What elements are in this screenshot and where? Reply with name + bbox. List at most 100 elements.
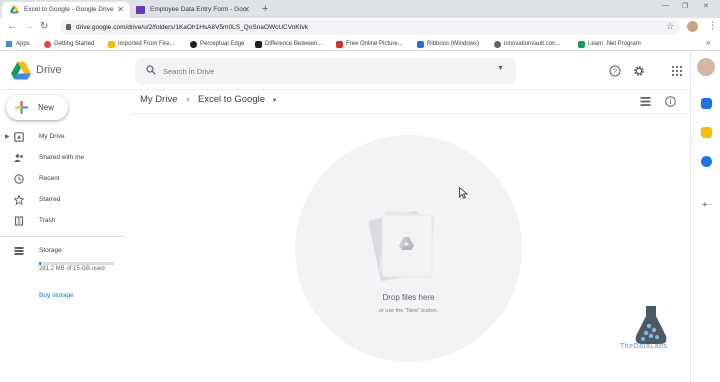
- bookmark-item[interactable]: Free Online Picture...: [336, 39, 403, 49]
- globe-icon: [494, 41, 501, 48]
- bookmark-label: Apps: [16, 41, 30, 47]
- google-drive-favicon-icon: [10, 6, 19, 14]
- get-addons-plus-icon[interactable]: +: [702, 200, 708, 211]
- tab-title: Employee Data Entry Form - Goo: [150, 6, 247, 13]
- storage-section[interactable]: Storage: [0, 242, 125, 260]
- bookmark-item[interactable]: innovationvault.con...: [494, 39, 560, 49]
- folder-icon: [108, 41, 115, 48]
- folder-menu-caret-icon[interactable]: ▼: [272, 98, 278, 104]
- minimize-icon[interactable]: —: [662, 2, 669, 9]
- more-bookmarks-icon[interactable]: »: [706, 38, 710, 47]
- url-text: drive.google.com/drive/u/2/folders/1KaOh…: [76, 24, 308, 31]
- star-icon: [14, 195, 24, 205]
- bookmark-item[interactable]: Imported From Fire...: [108, 39, 174, 49]
- nav-label: Recent: [39, 175, 60, 182]
- picture-site-icon: [336, 41, 343, 48]
- google-forms-favicon-icon: [136, 6, 145, 14]
- tab-title: Excel to Google - Google Drive: [24, 6, 114, 13]
- storage-stack-icon: [14, 247, 24, 255]
- bookmark-item[interactable]: Perceptual Edge: [190, 39, 244, 49]
- close-tab-icon[interactable]: ✕: [117, 2, 124, 18]
- search-options-icon[interactable]: ▼: [497, 65, 504, 72]
- bookmark-label: Difference Between...: [265, 41, 323, 47]
- expand-arrow-icon[interactable]: ▶: [5, 128, 10, 146]
- drop-files-subtitle: or use the "New" button.: [378, 308, 439, 314]
- tasks-icon[interactable]: [701, 156, 712, 167]
- bookmark-label: innovationvault.con...: [504, 41, 561, 47]
- breadcrumb: My Drive › Excel to Google ▼: [140, 94, 278, 108]
- list-view-icon[interactable]: [640, 96, 651, 107]
- browser-menu-icon[interactable]: ⋮: [708, 20, 717, 31]
- help-icon[interactable]: ?: [609, 65, 621, 77]
- account-avatar[interactable]: [697, 58, 715, 76]
- forward-icon[interactable]: →: [24, 21, 34, 33]
- nav-label: Shared with me: [39, 154, 85, 161]
- nav-item-recent[interactable]: Recent: [0, 170, 125, 188]
- google-drive-logo-icon[interactable]: [11, 62, 31, 80]
- breadcrumb-root[interactable]: My Drive: [140, 94, 177, 105]
- close-tab-icon[interactable]: ✕: [243, 2, 250, 18]
- windows-icon: [417, 41, 424, 48]
- bookmark-label: Imported From Fire...: [118, 41, 175, 47]
- drop-files-title: Drop files here: [382, 293, 435, 302]
- keep-icon[interactable]: [701, 127, 712, 138]
- bookmark-label: Perceptual Edge: [200, 41, 245, 47]
- colorful-plus-icon: [15, 101, 28, 114]
- info-icon[interactable]: [665, 96, 676, 107]
- new-button-label: New: [38, 103, 55, 112]
- search-bar[interactable]: ▼: [135, 58, 516, 84]
- search-icon[interactable]: [146, 65, 156, 75]
- bookmark-item[interactable]: Getting Started: [44, 39, 94, 49]
- shared-people-icon: [14, 154, 23, 162]
- nav-label: Trash: [39, 217, 56, 224]
- learn-net-icon: [578, 41, 585, 48]
- breadcrumb-current-folder[interactable]: Excel to Google: [198, 94, 265, 105]
- search-input[interactable]: [163, 63, 463, 79]
- browser-tab-drive[interactable]: Excel to Google - Google Drive ✕: [2, 2, 130, 18]
- breadcrumb-separator-icon: ›: [186, 94, 190, 105]
- buy-storage-link[interactable]: Buy storage: [39, 292, 74, 299]
- nav-item-starred[interactable]: Starred: [0, 191, 125, 209]
- bookmark-item[interactable]: Ribbons (Windows): [417, 39, 479, 49]
- nav-divider: [0, 236, 125, 237]
- storage-label: Storage: [39, 247, 62, 254]
- browser-tab-strip: Excel to Google - Google Drive ✕ Employe…: [0, 0, 720, 18]
- k-site-icon: [255, 41, 262, 48]
- bookmark-label: Getting Started: [54, 41, 95, 47]
- storage-usage-text: 281.2 MB of 15 GB used: [39, 266, 105, 272]
- google-apps-grid-icon[interactable]: [671, 65, 683, 77]
- settings-gear-icon[interactable]: [633, 65, 645, 77]
- lock-icon: [66, 24, 71, 30]
- reload-icon[interactable]: ↻: [40, 21, 48, 33]
- storage-progress-bar: [39, 262, 114, 265]
- my-drive-icon: [14, 132, 24, 142]
- browser-toolbar: ← → ↻ drive.google.com/drive/u/2/folders…: [0, 18, 720, 37]
- new-button[interactable]: New: [6, 95, 68, 120]
- drop-files-illustration-icon: [368, 210, 435, 281]
- storage-progress-fill: [39, 262, 41, 265]
- calendar-icon[interactable]: [701, 98, 712, 109]
- nav-item-trash[interactable]: Trash: [0, 212, 125, 230]
- svg-text:?: ?: [613, 69, 617, 76]
- profile-avatar[interactable]: [687, 21, 698, 32]
- maximize-icon[interactable]: ❐: [682, 2, 688, 10]
- perceptual-edge-icon: [190, 41, 197, 48]
- close-window-icon[interactable]: ✕: [703, 2, 709, 10]
- browser-tab-forms[interactable]: Employee Data Entry Form - Goo ✕: [128, 2, 256, 18]
- main-divider: [130, 113, 688, 114]
- bookmark-item[interactable]: Apps: [6, 39, 30, 49]
- bookmark-item[interactable]: Learn .Net Program: [578, 39, 641, 49]
- nav-item-my-drive[interactable]: ▶ My Drive: [0, 128, 125, 146]
- bookmark-label: Learn .Net Program: [588, 41, 641, 47]
- app-title[interactable]: Drive: [36, 64, 62, 76]
- nav-item-shared-with-me[interactable]: Shared with me: [0, 149, 125, 167]
- back-icon[interactable]: ←: [7, 21, 17, 33]
- nav-label: Starred: [39, 196, 61, 203]
- trash-icon: [14, 216, 24, 226]
- new-tab-icon[interactable]: +: [262, 2, 268, 16]
- bookmarks-bar: Apps Getting Started Imported From Fire.…: [0, 37, 720, 51]
- clock-icon: [14, 174, 24, 184]
- address-bar[interactable]: drive.google.com/drive/u/2/folders/1KaOh…: [60, 20, 680, 35]
- bookmark-item[interactable]: Difference Between...: [255, 39, 322, 49]
- bookmark-star-icon[interactable]: ☆: [666, 21, 674, 32]
